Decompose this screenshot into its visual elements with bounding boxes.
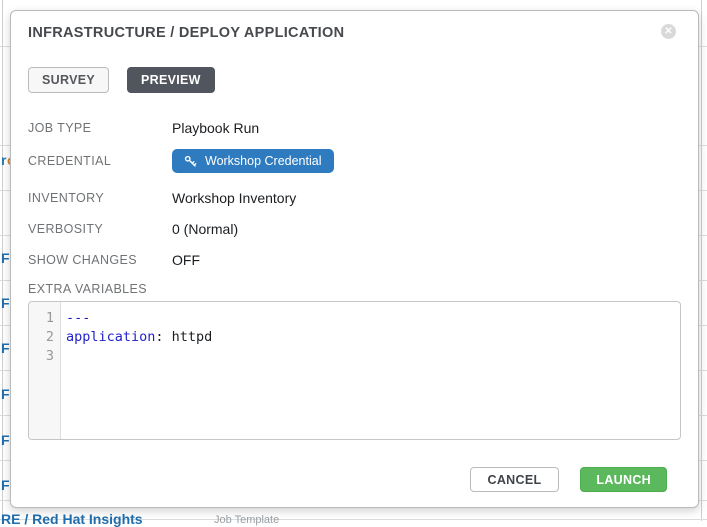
background-row-fragment: F bbox=[1, 340, 10, 356]
inventory-row: INVENTORY Workshop Inventory bbox=[28, 189, 681, 207]
editor-code-line: --- bbox=[66, 309, 680, 328]
job-type-row: JOB TYPE Playbook Run bbox=[28, 119, 681, 137]
tab-preview[interactable]: PREVIEW bbox=[127, 67, 215, 93]
background-row-fragment: F bbox=[1, 295, 10, 311]
show-changes-label: SHOW CHANGES bbox=[28, 253, 172, 267]
background-row-fragment: F bbox=[1, 386, 10, 402]
background-row-subtitle: Job Template bbox=[214, 514, 279, 526]
background-row-fragment: r bbox=[1, 152, 6, 168]
credential-chip-label: Workshop Credential bbox=[205, 154, 322, 168]
extra-variables-editor[interactable]: 123 ---application: httpd bbox=[28, 301, 681, 440]
editor-code[interactable]: ---application: httpd bbox=[61, 302, 680, 439]
background-row-fragment: F bbox=[1, 250, 10, 266]
close-icon[interactable]: ✕ bbox=[661, 24, 676, 39]
inventory-label: INVENTORY bbox=[28, 191, 172, 205]
background-row-fragment: F bbox=[1, 432, 10, 448]
background-divider bbox=[701, 0, 702, 521]
editor-code-line: application: httpd bbox=[66, 328, 680, 347]
job-type-value: Playbook Run bbox=[172, 120, 259, 136]
editor-line-number: 1 bbox=[29, 309, 54, 328]
launch-button[interactable]: LAUNCH bbox=[580, 467, 667, 492]
tab-survey[interactable]: SURVEY bbox=[28, 67, 109, 93]
verbosity-row: VERBOSITY 0 (Normal) bbox=[28, 220, 681, 238]
background-row-title: RE / Red Hat Insights bbox=[1, 511, 143, 527]
editor-line-number: 3 bbox=[29, 347, 54, 366]
modal-tabs: SURVEY PREVIEW bbox=[28, 67, 681, 93]
editor-line-number: 2 bbox=[29, 328, 54, 347]
inventory-value: Workshop Inventory bbox=[172, 190, 296, 206]
editor-code-line bbox=[66, 347, 680, 366]
background-row-fragment: F bbox=[1, 477, 10, 493]
extra-variables-label: EXTRA VARIABLES bbox=[28, 282, 681, 297]
show-changes-value: OFF bbox=[172, 252, 200, 268]
credential-row: CREDENTIAL Workshop Credential bbox=[28, 149, 681, 173]
credential-chip[interactable]: Workshop Credential bbox=[172, 149, 334, 173]
editor-gutter: 123 bbox=[29, 302, 61, 439]
verbosity-label: VERBOSITY bbox=[28, 222, 172, 236]
verbosity-value: 0 (Normal) bbox=[172, 221, 238, 237]
cancel-button[interactable]: CANCEL bbox=[470, 467, 560, 492]
modal-footer: CANCEL LAUNCH bbox=[28, 467, 667, 492]
credential-label: CREDENTIAL bbox=[28, 154, 172, 168]
job-type-label: JOB TYPE bbox=[28, 121, 172, 135]
deploy-application-modal: INFRASTRUCTURE / DEPLOY APPLICATION ✕ SU… bbox=[10, 10, 699, 508]
show-changes-row: SHOW CHANGES OFF bbox=[28, 251, 681, 269]
key-icon bbox=[184, 155, 197, 168]
modal-header: INFRASTRUCTURE / DEPLOY APPLICATION ✕ bbox=[28, 24, 681, 48]
modal-title: INFRASTRUCTURE / DEPLOY APPLICATION bbox=[28, 25, 344, 41]
